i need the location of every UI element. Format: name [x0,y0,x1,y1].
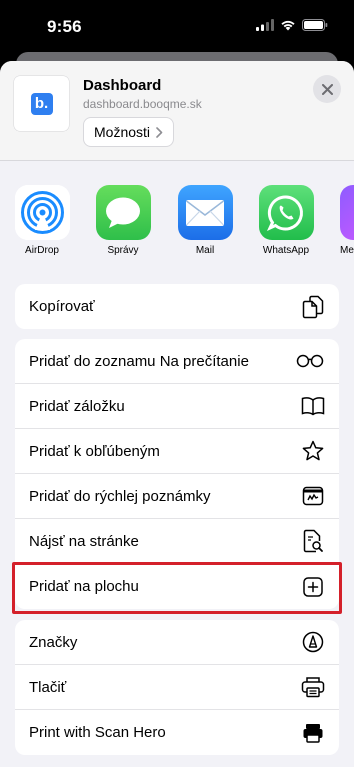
app-label-whatsapp: WhatsApp [262,245,310,256]
site-url: dashboard.booqme.sk [83,97,202,111]
action-label: Pridať do rýchlej poznámky [29,487,211,505]
copy-icon [301,295,325,319]
action-scan-hero[interactable]: Print with Scan Hero [15,710,339,755]
app-label-airdrop: AirDrop [25,245,59,256]
action-copy[interactable]: Kopírovať [15,284,339,329]
messages-icon [95,185,151,240]
app-label-mail: Mail [195,245,215,256]
action-find-on-page[interactable]: Nájsť na stránke [15,519,339,564]
action-reading-list[interactable]: Pridať do zoznamu Na prečítanie [15,339,339,384]
action-label: Tlačiť [29,678,67,696]
markup-icon [301,630,325,654]
app-label-more: Me [340,245,354,256]
airdrop-icon [14,185,70,240]
wifi-icon [281,20,295,31]
action-label: Print with Scan Hero [29,724,166,741]
apps-row: AirDrop Správy Mail WhatsApp Me [0,185,354,265]
printer-icon [301,675,325,699]
close-icon [321,83,333,95]
app-label-messages: Správy [107,245,139,256]
status-bar: 9:56 [0,0,354,52]
action-label: Kopírovať [29,298,95,315]
action-print[interactable]: Tlačiť [15,665,339,710]
action-markup[interactable]: Značky [15,620,339,665]
scan-hero-icon [301,721,325,745]
status-time: 9:56 [47,17,82,36]
booqme-logo: b. [30,92,53,115]
share-sheet: b. Dashboard dashboard.booqme.sk Možnost… [0,61,354,767]
add-square-icon [301,575,325,599]
chevron-right-icon [156,126,163,138]
site-title: Dashboard [83,77,162,94]
actions-group-copy: Kopírovať [15,284,339,329]
star-icon [301,439,325,463]
actions-group-main: Pridať do zoznamu Na prečítanie Pridať z… [15,339,339,609]
close-button[interactable] [313,75,341,103]
options-label: Možnosti [94,124,151,140]
action-add-bookmark[interactable]: Pridať záložku [15,384,339,429]
app-messages[interactable]: Správy [88,185,158,256]
status-icons [256,19,328,31]
find-on-page-icon [301,529,325,553]
action-label: Nájsť na stránke [29,532,139,550]
action-add-favorites[interactable]: Pridať k obľúbeným [15,429,339,474]
action-quick-note[interactable]: Pridať do rýchlej poznámky [15,474,339,519]
quick-note-icon [301,484,325,508]
action-label: Značky [29,633,78,651]
site-thumbnail: b. [14,76,69,131]
battery-icon [302,19,328,31]
action-label: Pridať do zoznamu Na prečítanie [29,352,249,370]
action-label: Pridať na plochu [29,578,139,595]
more-app-icon [339,185,354,240]
action-add-to-home-screen[interactable]: Pridať na plochu [15,564,339,609]
app-whatsapp[interactable]: WhatsApp [251,185,321,256]
whatsapp-icon [258,185,314,240]
action-label: Pridať záložku [29,397,125,415]
app-mail[interactable]: Mail [170,185,240,256]
cellular-signal-icon [256,19,274,31]
share-header: b. Dashboard dashboard.booqme.sk Možnost… [0,61,354,161]
action-label: Pridať k obľúbeným [29,442,160,460]
app-airdrop[interactable]: AirDrop [7,185,77,256]
app-more[interactable]: Me [332,185,354,256]
actions-group-more: Značky Tlačiť Print with Scan Hero [15,620,339,755]
glasses-icon [295,349,325,373]
options-button[interactable]: Možnosti [83,117,175,147]
book-icon [301,394,325,418]
mail-icon [177,185,233,240]
